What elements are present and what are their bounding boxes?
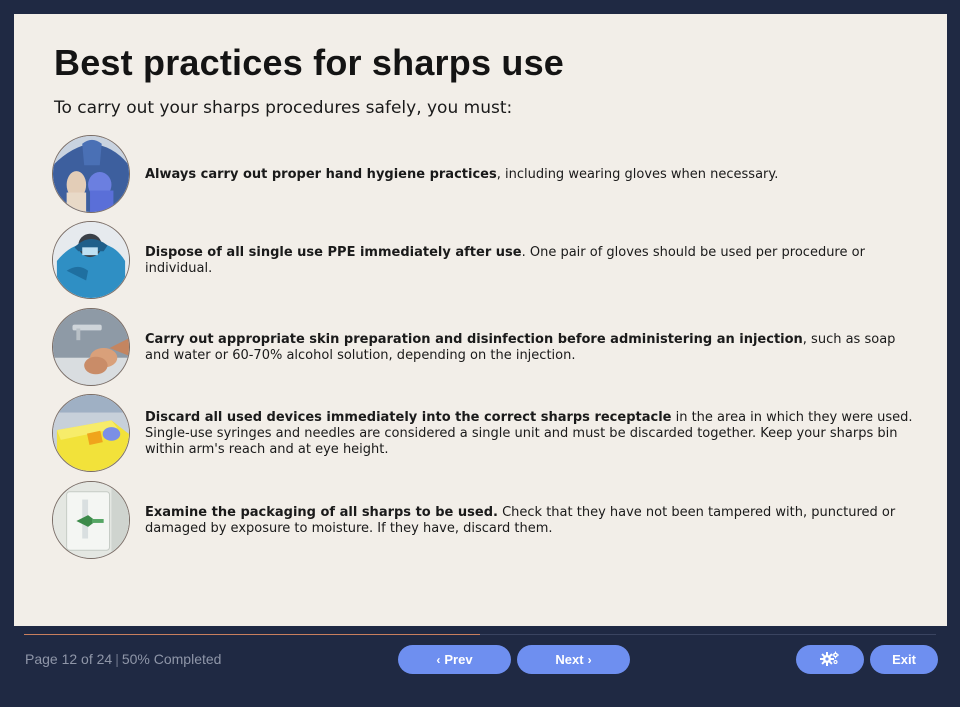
item-text: Discard all used devices immediately int…	[145, 410, 915, 458]
list-item: Discard all used devices immediately int…	[52, 394, 915, 474]
chevron-right-icon: ›	[587, 652, 592, 667]
item-text: Examine the packaging of all sharps to b…	[145, 505, 915, 537]
ppe-surgeon-photo-icon	[52, 221, 130, 299]
list-item: Examine the packaging of all sharps to b…	[52, 481, 912, 561]
progress-bar	[24, 634, 936, 635]
slide-content: Best practices for sharps use To carry o…	[14, 14, 947, 626]
item-text: Dispose of all single use PPE immediatel…	[145, 245, 915, 277]
list-item: Always carry out proper hand hygiene pra…	[52, 135, 912, 215]
page-subtitle: To carry out your sharps procedures safe…	[54, 98, 513, 118]
item-text: Carry out appropriate skin preparation a…	[145, 332, 915, 364]
sharps-bin-photo-icon	[52, 394, 130, 472]
settings-button[interactable]	[796, 645, 864, 674]
list-item: Dispose of all single use PPE immediatel…	[52, 221, 912, 301]
item-bold-text: Discard all used devices immediately int…	[145, 410, 672, 425]
prev-button[interactable]: ‹ Prev	[398, 645, 511, 674]
item-bold-text: Dispose of all single use PPE immediatel…	[145, 245, 522, 260]
progress-bar-fill	[24, 634, 480, 635]
page-title: Best practices for sharps use	[54, 42, 565, 83]
item-bold-text: Examine the packaging of all sharps to b…	[145, 505, 498, 520]
list-item: Carry out appropriate skin preparation a…	[52, 308, 912, 388]
status-separator: |	[115, 651, 119, 667]
item-bold-text: Carry out appropriate skin preparation a…	[145, 332, 803, 347]
item-bold-text: Always carry out proper hand hygiene pra…	[145, 167, 497, 182]
item-body-text: , including wearing gloves when necessar…	[496, 167, 779, 182]
page-status: Page 12 of 24 | 50% Completed	[25, 651, 221, 667]
exit-button-label: Exit	[892, 652, 916, 667]
chevron-left-icon: ‹	[436, 652, 441, 667]
gloved-hands-photo-icon	[52, 135, 130, 213]
completion-status: 50% Completed	[121, 651, 222, 667]
handwashing-photo-icon	[52, 308, 130, 386]
next-button[interactable]: Next ›	[517, 645, 630, 674]
exit-button[interactable]: Exit	[870, 645, 938, 674]
sharps-packaging-photo-icon	[52, 481, 130, 559]
next-button-label: Next	[555, 652, 584, 667]
item-text: Always carry out proper hand hygiene pra…	[145, 167, 915, 183]
gears-icon	[820, 650, 840, 669]
page-counter: Page 12 of 24	[25, 651, 113, 667]
prev-button-label: Prev	[444, 652, 473, 667]
